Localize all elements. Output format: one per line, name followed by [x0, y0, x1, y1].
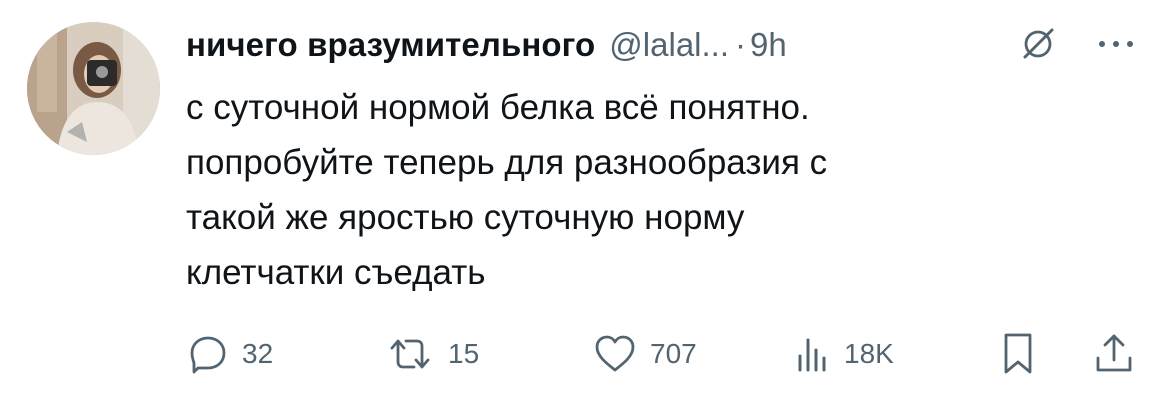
retweet-button[interactable]: 15 [384, 328, 479, 380]
retweet-icon [384, 332, 436, 376]
share-icon [1092, 330, 1136, 378]
tweet-text: с суточной нормой белка всё понятно. поп… [186, 80, 1086, 300]
like-button[interactable]: 707 [592, 328, 697, 380]
tweet-text-line: такой же яростью суточную норму [186, 198, 745, 237]
views-count: 18K [844, 338, 894, 369]
reply-count: 32 [242, 338, 274, 369]
avatar[interactable] [27, 22, 160, 155]
grok-icon[interactable] [1018, 24, 1058, 64]
share-button[interactable] [1092, 328, 1136, 380]
views-icon [792, 332, 832, 376]
views-button[interactable]: 18K [792, 328, 894, 380]
like-count: 707 [650, 338, 697, 369]
separator-dot: · [735, 26, 747, 63]
tweet-timestamp[interactable]: 9h [750, 26, 787, 64]
author-handle[interactable]: @lalal... [609, 26, 729, 64]
author-display-name[interactable]: ничего вразумительного [186, 26, 595, 64]
retweet-count: 15 [448, 338, 480, 369]
more-icon[interactable] [1094, 24, 1138, 64]
tweet: ничего вразумительного @lalal... · 9h с … [0, 0, 1170, 410]
bookmark-button[interactable] [998, 328, 1038, 380]
tweet-text-line: с суточной нормой белка всё понятно. [186, 88, 810, 127]
tweet-header: ничего вразумительного @lalal... · 9h [186, 22, 787, 68]
tweet-text-line: клетчатки съедать [186, 253, 486, 292]
tweet-text-line: попробуйте теперь для разнообразия с [186, 143, 828, 182]
reply-icon [186, 332, 230, 376]
tweet-actions: 32 15 707 18K [0, 328, 1170, 380]
bookmark-icon [998, 330, 1038, 378]
reply-button[interactable]: 32 [186, 328, 273, 380]
heart-icon [592, 332, 638, 376]
